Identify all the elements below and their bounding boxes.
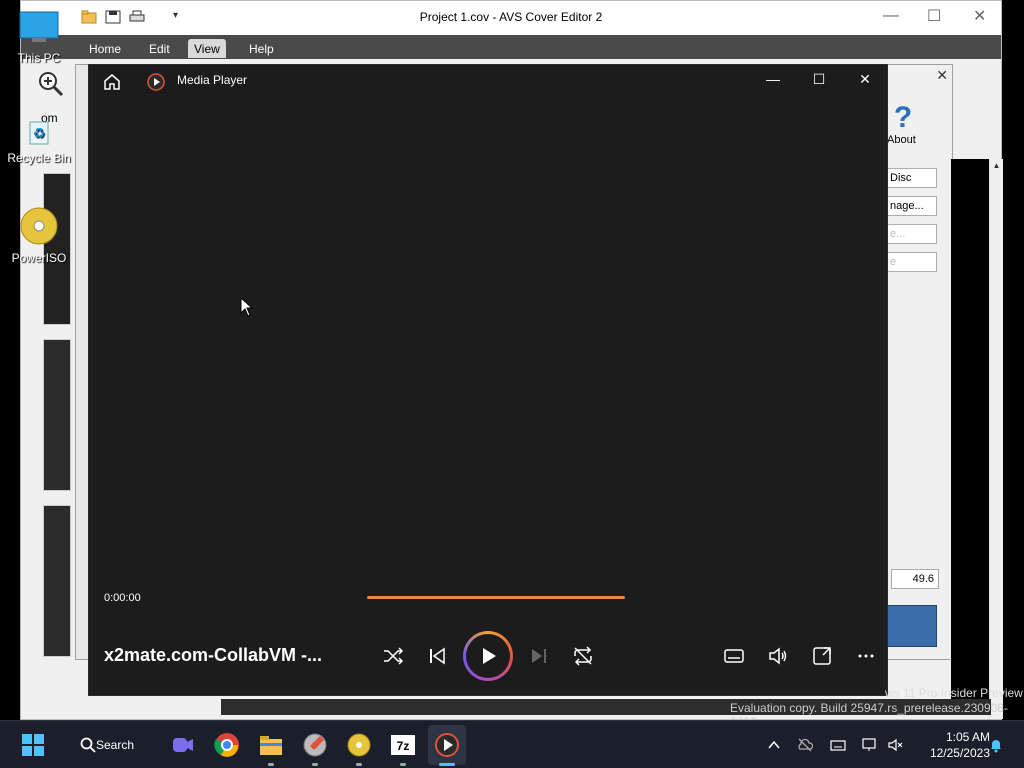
- volume-muted-icon[interactable]: [887, 737, 903, 753]
- active-indicator: [439, 763, 455, 766]
- thumbnail[interactable]: [43, 339, 71, 491]
- value-field[interactable]: 49.6: [891, 569, 939, 589]
- menu-view[interactable]: View: [188, 39, 226, 58]
- dialog-close-button[interactable]: ✕: [936, 67, 948, 84]
- avs-close-button[interactable]: ✕: [973, 6, 986, 26]
- more-icon[interactable]: [854, 644, 878, 668]
- notification-bell-icon[interactable]: [988, 737, 1004, 753]
- avs-minimize-button[interactable]: —: [883, 7, 899, 25]
- vertical-scrollbar[interactable]: ▲: [989, 159, 1003, 719]
- mp-maximize-button[interactable]: ☐: [808, 71, 830, 93]
- network-icon[interactable]: [861, 737, 877, 753]
- subtitles-icon[interactable]: [722, 644, 746, 668]
- desktop-icon-label: Recycle Bin: [7, 151, 71, 165]
- taskbar-search[interactable]: Search: [68, 734, 146, 756]
- home-icon[interactable]: [103, 73, 121, 91]
- next-icon[interactable]: [527, 644, 551, 668]
- clock-time[interactable]: 1:05 AM: [926, 730, 990, 744]
- media-player-icon[interactable]: [434, 732, 460, 758]
- running-indicator: [400, 763, 406, 766]
- keyboard-icon[interactable]: [830, 737, 846, 753]
- clock-date[interactable]: 12/25/2023: [906, 746, 990, 760]
- previous-icon[interactable]: [425, 644, 449, 668]
- image-button[interactable]: nage...: [885, 196, 937, 216]
- svg-text:7z: 7z: [397, 739, 410, 753]
- avs-menubar: Home Edit View Help: [21, 35, 1001, 59]
- desktop-icon-poweriso[interactable]: PowerISO: [4, 206, 74, 265]
- disc-button[interactable]: Disc: [885, 168, 937, 188]
- poweriso-icon[interactable]: [346, 732, 372, 758]
- canvas-area: [951, 159, 991, 699]
- desktop-icon-label: PowerISO: [11, 251, 67, 265]
- start-icon[interactable]: [20, 732, 46, 758]
- desktop-icon-label: This PC: [17, 51, 61, 65]
- media-player-window: Media Player — ☐ ✕ 0:00:00 x2mate.com-Co…: [88, 64, 888, 696]
- running-indicator: [356, 763, 362, 766]
- desktop-icon-this-pc[interactable]: This PC: [4, 10, 74, 65]
- svg-text:♻: ♻: [33, 125, 46, 141]
- zoom-in-icon[interactable]: [37, 70, 65, 98]
- mp-minimize-button[interactable]: —: [762, 71, 784, 93]
- search-icon: [80, 737, 96, 753]
- video-area[interactable]: [89, 105, 887, 575]
- avs-maximize-button[interactable]: ☐: [927, 6, 941, 26]
- running-indicator: [312, 763, 318, 766]
- watermark-edition: ws 11 Pro Insider Preview: [885, 686, 1023, 700]
- media-player-app-icon: [147, 73, 165, 91]
- poweriso-icon: [20, 207, 58, 245]
- menu-home[interactable]: Home: [83, 39, 127, 58]
- search-label: Search: [96, 738, 135, 752]
- avs-window-title: Project 1.cov - AVS Cover Editor 2: [419, 10, 603, 24]
- menu-edit[interactable]: Edit: [143, 39, 176, 58]
- mouse-cursor-icon: [240, 297, 254, 317]
- current-time: 0:00:00: [104, 592, 141, 604]
- onedrive-icon[interactable]: [797, 737, 813, 753]
- thumbnail[interactable]: [43, 505, 71, 657]
- media-player-title: Media Player: [177, 73, 248, 87]
- taskbar: Search 7z 1:05 AM 12/25/2023: [0, 720, 1024, 768]
- disabled-button-1[interactable]: e...: [885, 224, 937, 244]
- progress-bar[interactable]: [367, 596, 625, 599]
- chevron-up-icon[interactable]: [766, 737, 782, 753]
- about-icon[interactable]: ?: [887, 101, 919, 135]
- meet-icon[interactable]: [170, 732, 196, 758]
- menu-help[interactable]: Help: [243, 39, 280, 58]
- computer-icon: [19, 11, 59, 42]
- action-button[interactable]: [887, 605, 937, 647]
- desktop-icon-recycle-bin[interactable]: ♻ Recycle Bin: [4, 116, 74, 165]
- chrome-icon[interactable]: [214, 732, 240, 758]
- 7zip-icon[interactable]: 7z: [390, 732, 416, 758]
- miniplayer-icon[interactable]: [810, 644, 834, 668]
- mp-close-button[interactable]: ✕: [854, 71, 876, 93]
- about-label: About: [887, 134, 916, 146]
- volume-icon[interactable]: [766, 644, 790, 668]
- avs-titlebar[interactable]: ▾ Project 1.cov - AVS Cover Editor 2 — ☐…: [21, 1, 1001, 35]
- file-explorer-icon[interactable]: [258, 732, 284, 758]
- shuffle-icon[interactable]: [381, 644, 405, 668]
- repeat-icon[interactable]: [571, 644, 595, 668]
- now-playing-title: x2mate.com-CollabVM -...: [104, 645, 323, 665]
- recycle-bin-icon: ♻: [29, 121, 49, 145]
- play-button[interactable]: [463, 631, 513, 681]
- running-indicator: [268, 763, 274, 766]
- play-icon: [483, 648, 496, 664]
- disc-burner-icon[interactable]: [302, 732, 328, 758]
- disabled-button-2[interactable]: e: [885, 252, 937, 272]
